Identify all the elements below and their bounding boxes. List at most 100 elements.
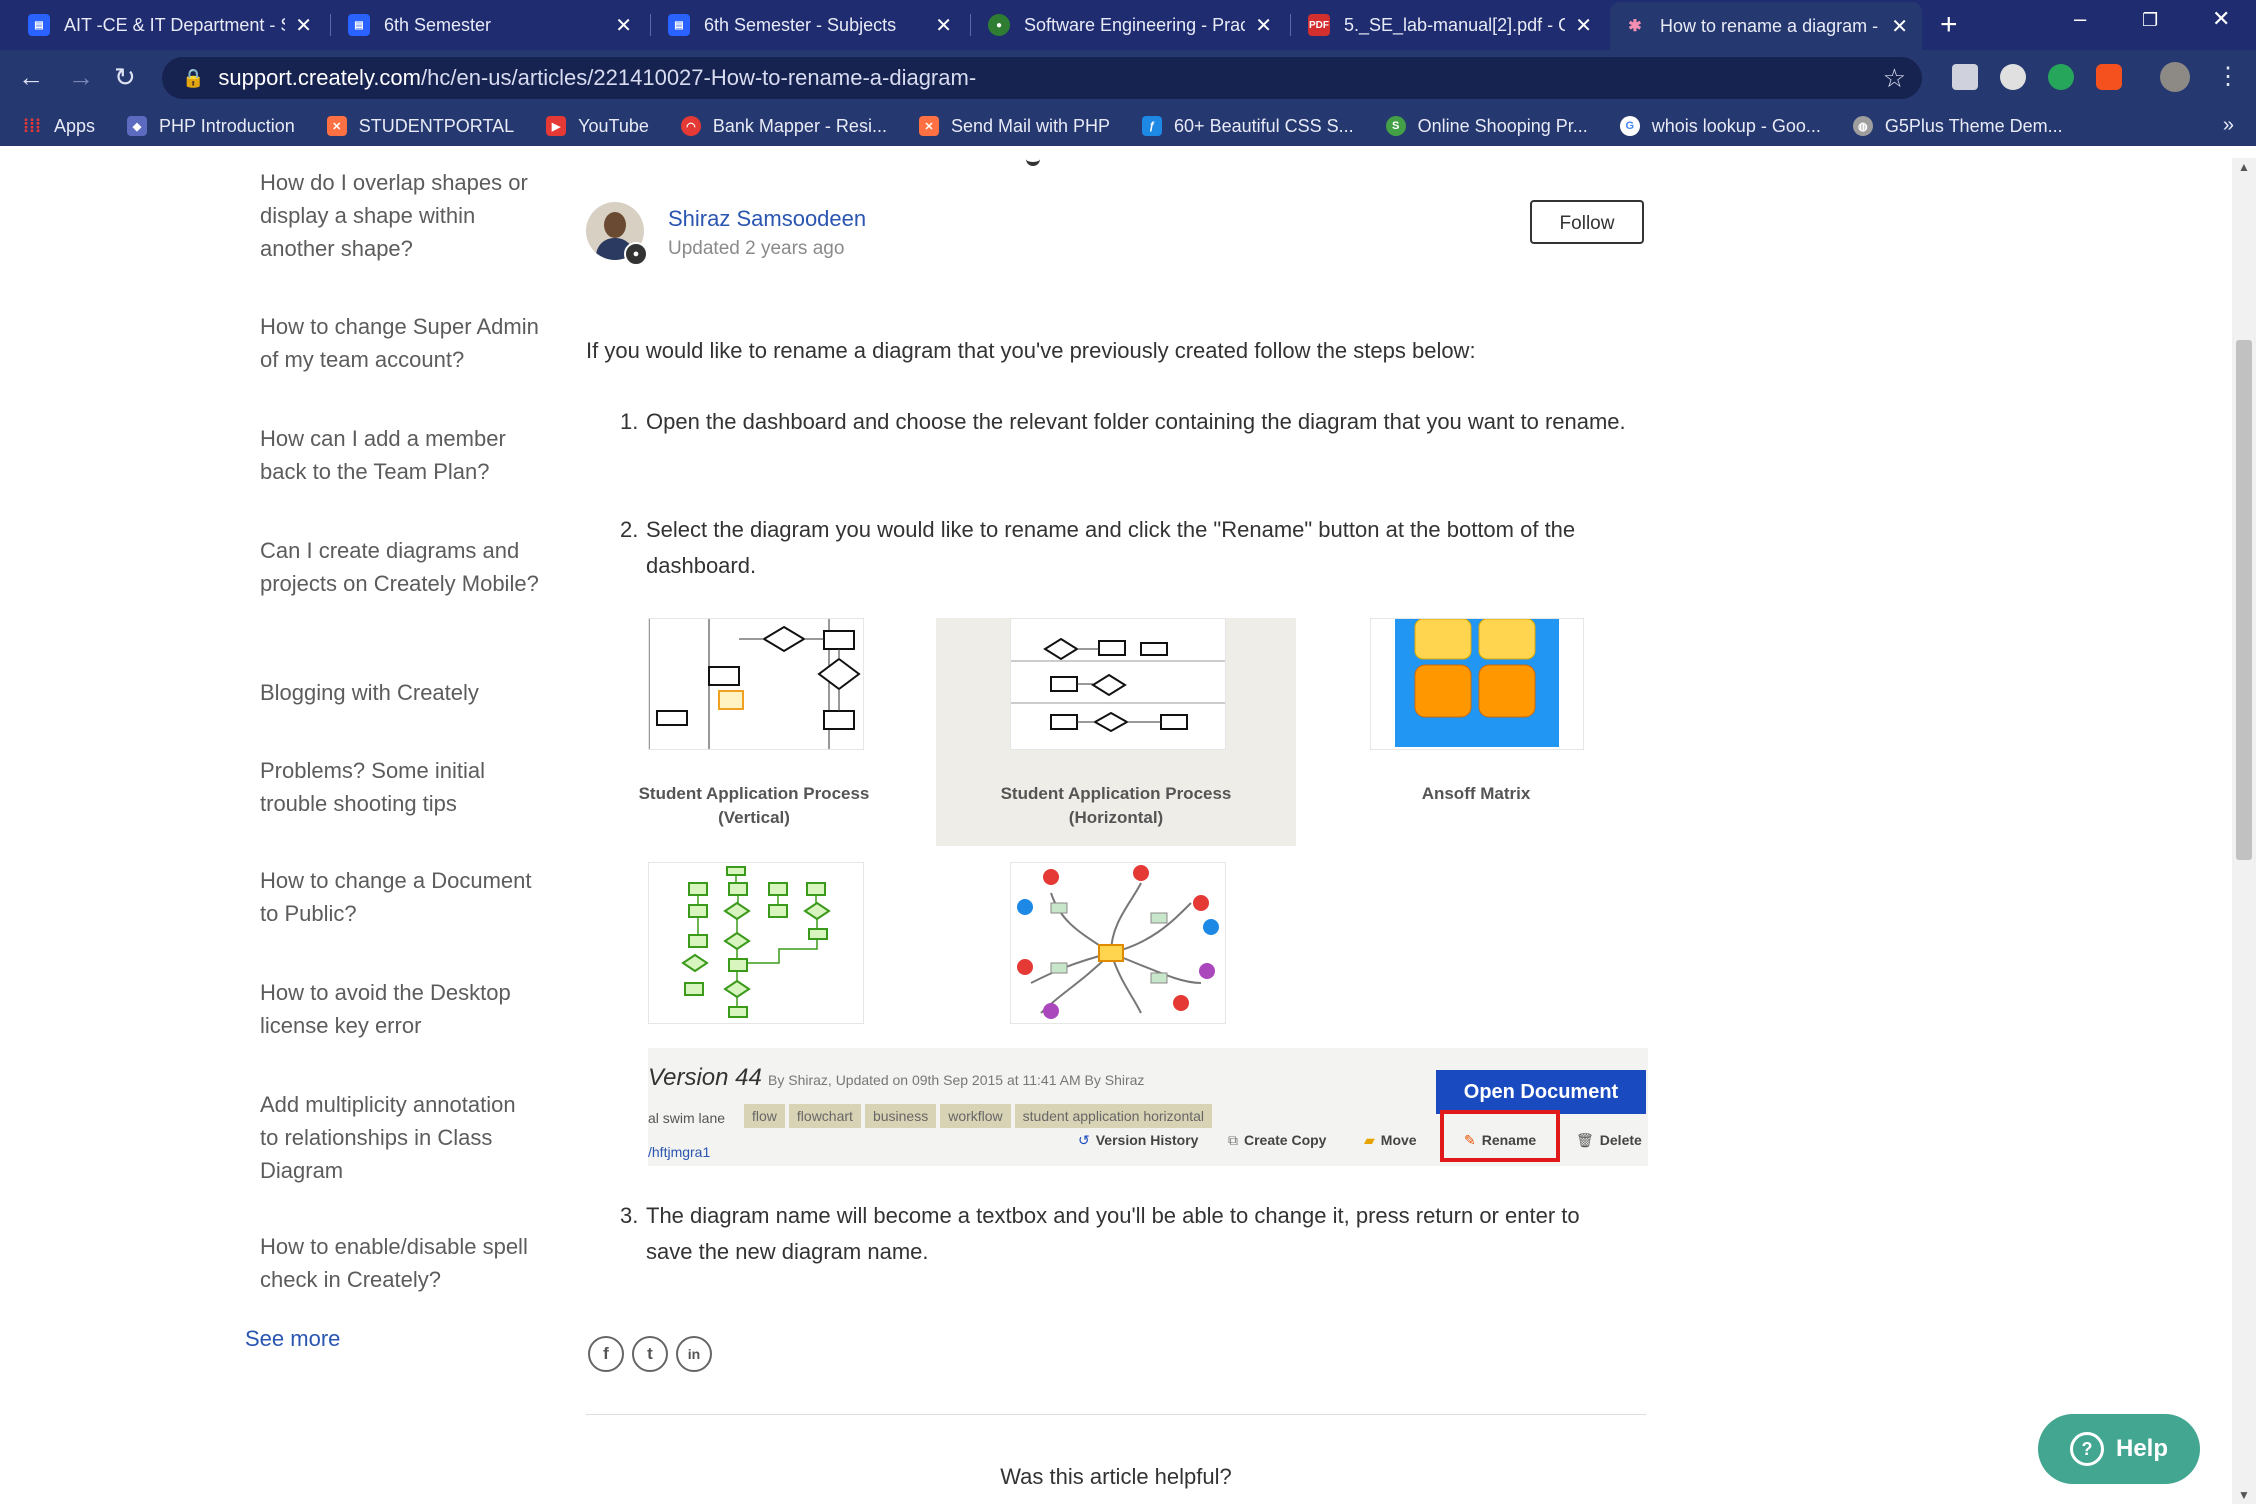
scroll-up-icon[interactable]: ▲ — [2238, 160, 2250, 174]
follow-button[interactable]: Follow — [1530, 200, 1644, 244]
bookmark-label: YouTube — [578, 115, 649, 136]
bookmark-label: Bank Mapper - Resi... — [712, 115, 887, 136]
twitter-icon[interactable]: t — [632, 1336, 668, 1372]
forward-arrow-icon[interactable]: → — [68, 62, 94, 93]
bookmark-php-introduction[interactable]: ◆ PHP Introduction — [127, 116, 295, 137]
tab-ait-department[interactable]: ▤ AIT -CE & IT Department - S ✕ — [14, 0, 326, 50]
close-icon[interactable]: ✕ — [295, 13, 312, 38]
tag: flow — [744, 1104, 785, 1128]
tab-separator — [330, 14, 331, 36]
scrollbar-thumb[interactable] — [2236, 340, 2252, 860]
clipped-heading-fragment — [1026, 158, 1040, 166]
tab-lab-manual-pdf[interactable]: PDF 5._SE_lab-manual[2].pdf - G ✕ — [1294, 0, 1606, 50]
minimize-icon[interactable]: – — [2074, 6, 2086, 32]
reload-icon[interactable]: ↻ — [114, 62, 136, 93]
tag-list: flow flowchart business workflow student… — [744, 1104, 1216, 1128]
close-icon[interactable]: ✕ — [1575, 13, 1592, 38]
window-close-icon[interactable]: ✕ — [2212, 6, 2230, 32]
matrix-thumbnail — [1395, 619, 1559, 747]
site-icon: ◆ — [127, 116, 148, 136]
bookmark-studentportal[interactable]: ✕ STUDENTPORTAL — [326, 116, 514, 137]
bookmark-whois-lookup[interactable]: Gwhois lookup - Goo... — [1619, 116, 1821, 137]
folder-icon: ▰ — [1364, 1132, 1375, 1148]
close-icon[interactable]: ✕ — [1891, 14, 1908, 39]
browser-chrome: ▤ AIT -CE & IT Department - S ✕ ▤ 6th Se… — [0, 0, 2256, 158]
menu-kebab-icon[interactable]: ⋮ — [2216, 62, 2240, 91]
tab-6th-semester[interactable]: ▤ 6th Semester ✕ — [334, 0, 646, 50]
bookmark-online-shopping[interactable]: S Online Shooping Pr... — [1385, 116, 1588, 137]
document-action-bar: Version 44 By Shiraz, Updated on 09th Se… — [648, 1048, 1648, 1166]
new-tab-button[interactable]: + — [1940, 8, 1958, 42]
tile-label: Student Application Process (Vertical) — [638, 784, 870, 827]
sidebar-item-troubleshooting[interactable]: Problems? Some initial trouble shooting … — [260, 754, 540, 820]
url-path: /hc/en-us/articles/221410027-How-to-rena… — [421, 65, 977, 90]
tab-separator — [1290, 14, 1291, 36]
bookmark-star-icon[interactable]: ☆ — [1883, 63, 1906, 94]
sidebar-item-multiplicity[interactable]: Add multiplicity annotation to relations… — [260, 1088, 540, 1187]
tile-label: Student Application Process (Horizontal) — [1000, 784, 1232, 827]
restore-icon[interactable]: ❐ — [2142, 10, 2158, 31]
history-icon: ↺ — [1078, 1132, 1090, 1148]
sidebar-item-license-key[interactable]: How to avoid the Desktop license key err… — [260, 976, 540, 1042]
extension-grammarly-icon[interactable] — [2048, 64, 2074, 90]
sidebar-item-spell-check[interactable]: How to enable/disable spell check in Cre… — [260, 1230, 540, 1296]
question-icon: ? — [2069, 1432, 2104, 1466]
tab-title: Software Engineering - Prac — [1024, 14, 1246, 35]
rename-highlight-box — [1440, 1110, 1560, 1162]
sidebar-item-add-member[interactable]: How can I add a member back to the Team … — [260, 422, 540, 488]
bookmark-g5plus[interactable]: ◍ G5Plus Theme Dem... — [1852, 116, 2063, 137]
help-widget-button[interactable]: ? Help — [2038, 1414, 2200, 1484]
helpful-prompt: Was this article helpful? — [1000, 1464, 1232, 1489]
youtube-icon: ▶ — [546, 116, 567, 136]
profile-avatar[interactable] — [2160, 62, 2190, 92]
bookmark-apps[interactable]: ⁞⁞⁞ Apps — [22, 116, 95, 137]
facebook-icon[interactable]: f — [588, 1336, 624, 1372]
creately-icon: ✱ — [1628, 18, 1642, 35]
site-icon: ● — [988, 14, 1010, 36]
author-name[interactable]: Shiraz Samsoodeen — [668, 206, 866, 232]
extension-cube-icon[interactable] — [1952, 64, 1978, 90]
thumbnail-horizontal-flowchart — [1010, 618, 1226, 750]
sidebar-item-document-public[interactable]: How to change a Document to Public? — [260, 864, 540, 930]
action-label: Delete — [1599, 1132, 1642, 1148]
site-icon: ƒ — [1142, 116, 1163, 136]
pdf-icon: PDF — [1308, 14, 1330, 36]
tab-6th-semester-subjects[interactable]: ▤ 6th Semester - Subjects ✕ — [654, 0, 966, 50]
bookmark-youtube[interactable]: ▶ YouTube — [546, 116, 649, 137]
close-icon[interactable]: ✕ — [935, 13, 952, 38]
url-field[interactable]: 🔒 support.creately.com /hc/en-us/article… — [162, 57, 1922, 99]
step-number: 1. — [620, 409, 639, 434]
bookmark-label: PHP Introduction — [159, 115, 295, 136]
thumbnail-ansoff-matrix — [1370, 618, 1584, 750]
sidebar-item-overlap-shapes[interactable]: How do I overlap shapes or display a sha… — [260, 166, 540, 265]
bookmark-send-mail[interactable]: ✕ Send Mail with PHP — [918, 116, 1110, 137]
sidebar-item-super-admin[interactable]: How to change Super Admin of my team acc… — [260, 310, 540, 376]
sidebar-item-creately-mobile[interactable]: Can I create diagrams and projects on Cr… — [260, 534, 540, 600]
thumbnail-vertical-flowchart — [648, 618, 864, 750]
tab-rename-diagram[interactable]: ✱ How to rename a diagram - ✕ — [1610, 2, 1922, 50]
scroll-down-icon[interactable]: ▼ — [2238, 1488, 2250, 1502]
lock-icon: 🔒 — [182, 67, 205, 88]
linkedin-icon[interactable]: in — [676, 1336, 712, 1372]
flowchart-thumbnail — [649, 619, 861, 749]
tab-software-engineering[interactable]: ● Software Engineering - Prac ✕ — [974, 0, 1286, 50]
xampp-icon: ✕ — [326, 116, 347, 136]
google-icon: G — [1619, 116, 1640, 136]
close-icon[interactable]: ✕ — [615, 13, 632, 38]
doc-icon: ▤ — [348, 14, 370, 36]
bookmarks-overflow-icon[interactable]: » — [2223, 114, 2234, 137]
sidebar-item-blogging[interactable]: Blogging with Creately — [260, 676, 540, 709]
step-text: The diagram name will become a textbox a… — [646, 1203, 1580, 1264]
bookmark-css-snippets[interactable]: ƒ 60+ Beautiful CSS S... — [1142, 116, 1354, 137]
page-scrollbar[interactable]: ▲ ▼ — [2232, 158, 2256, 1504]
flowchart-thumbnail — [681, 866, 831, 1018]
bookmark-bank-mapper[interactable]: ◠ Bank Mapper - Resi... — [680, 115, 887, 137]
back-arrow-icon[interactable]: ← — [18, 62, 44, 93]
see-more-link[interactable]: See more — [245, 1326, 340, 1352]
xampp-icon: ✕ — [918, 116, 939, 136]
mindmap-thumbnail — [1017, 865, 1219, 1019]
extension-red-icon[interactable] — [2096, 64, 2122, 90]
close-icon[interactable]: ✕ — [1255, 13, 1272, 38]
extension-gauge-icon[interactable] — [2000, 64, 2026, 90]
tab-strip: ▤ AIT -CE & IT Department - S ✕ ▤ 6th Se… — [0, 0, 2256, 50]
